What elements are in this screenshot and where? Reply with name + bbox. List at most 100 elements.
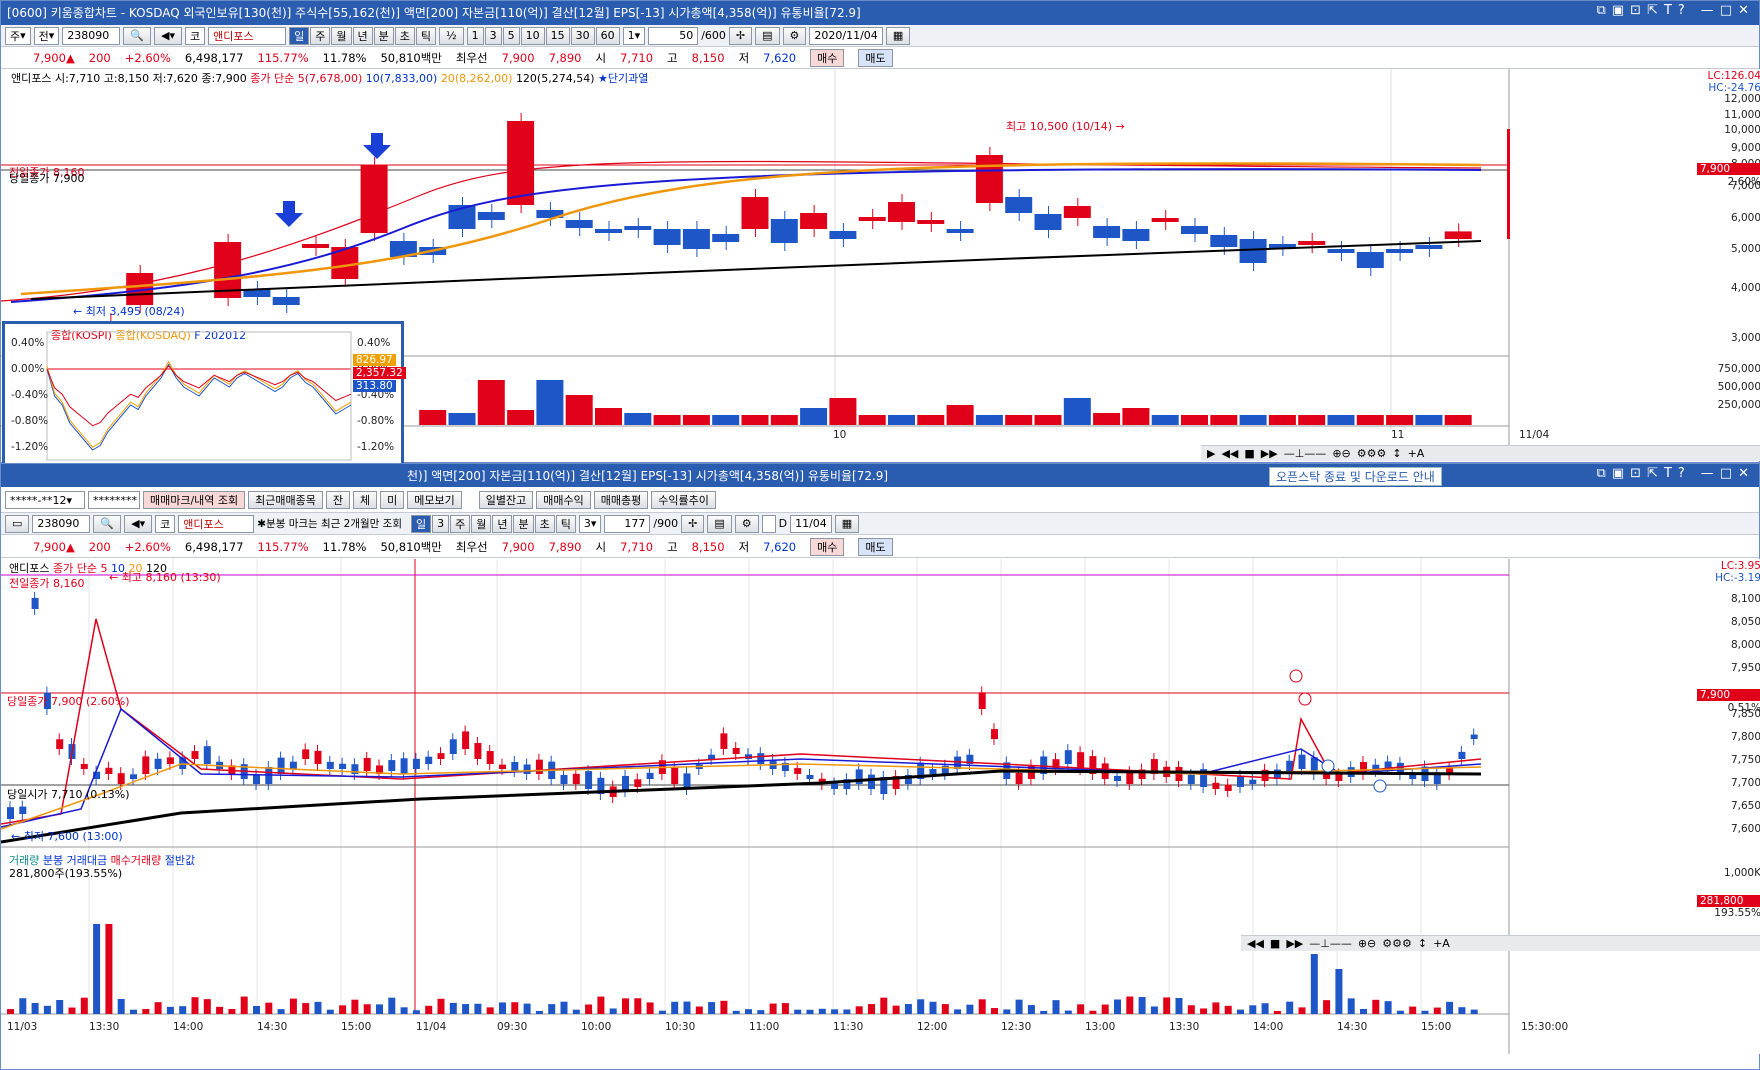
tools-icon[interactable]: ⚙⚙⚙ bbox=[1382, 937, 1412, 950]
link-icon[interactable]: ⧉ bbox=[1597, 3, 1606, 18]
save-icon[interactable]: ▤ bbox=[755, 26, 780, 45]
interval-button-2[interactable]: 5 bbox=[502, 26, 520, 45]
slider-icon[interactable]: —⊥—— bbox=[1309, 937, 1352, 950]
count-input[interactable]: 50 bbox=[648, 26, 699, 45]
daily-balance-button[interactable]: 일별잔고 bbox=[478, 491, 534, 509]
return-trend-button[interactable]: 수익률추이 bbox=[651, 491, 716, 509]
trade-summary-button[interactable]: 매매총평 bbox=[593, 491, 649, 509]
period-tab-5[interactable]: 초 bbox=[394, 26, 415, 45]
period-tab-0[interactable]: 일 bbox=[289, 26, 310, 45]
stock-name[interactable]: 앤디포스 bbox=[208, 26, 287, 45]
slider-icon[interactable]: —⊥—— bbox=[1284, 447, 1327, 460]
lock-icon[interactable]: ▣ bbox=[1612, 3, 1624, 18]
date-input[interactable]: 2020/11/04 bbox=[809, 26, 883, 45]
crosshair-icon[interactable]: ✢ bbox=[728, 26, 753, 45]
bottom-speaker-icon[interactable]: ◀▾ bbox=[124, 514, 153, 533]
rewind-icon[interactable]: ◀◀ bbox=[1247, 937, 1264, 950]
prev-select[interactable]: 전 ▾ bbox=[33, 26, 60, 45]
tile-icon[interactable]: ⇱ bbox=[1647, 466, 1658, 481]
text-icon[interactable]: T bbox=[1664, 3, 1672, 18]
link-icon[interactable]: ⧉ bbox=[1597, 466, 1606, 481]
trade-profit-button[interactable]: 매매수익 bbox=[536, 491, 591, 509]
bottom-period-tab-5[interactable]: 분 bbox=[513, 514, 534, 533]
bottom-period-tab-4[interactable]: 년 bbox=[492, 514, 513, 533]
period-tab-1[interactable]: 주 bbox=[310, 26, 331, 45]
stop-icon[interactable]: ■ bbox=[1270, 937, 1280, 950]
close-icon[interactable]: ✕ bbox=[1738, 3, 1749, 18]
bottom-period-tab-1[interactable]: 3 bbox=[432, 514, 450, 533]
text-tool-icon[interactable]: +A bbox=[1408, 447, 1425, 460]
rewind-icon[interactable]: ◀◀ bbox=[1221, 447, 1238, 460]
close-icon[interactable]: ✕ bbox=[1738, 466, 1749, 481]
unfilled-tab[interactable]: 미 bbox=[380, 491, 405, 509]
minute-chart-area[interactable]: 앤디포스 종가 단순 5 10 20 120 전일종가 8,160 ← 최고 8… bbox=[1, 559, 1760, 1054]
bottom-scroll-controls[interactable]: ◀◀ ■ ▶▶ —⊥—— ⊕⊖ ⚙⚙⚙ ↕ +A bbox=[1241, 935, 1760, 951]
filled-tab[interactable]: 체 bbox=[353, 491, 378, 509]
forward-icon[interactable]: ▶▶ bbox=[1286, 937, 1303, 950]
forward-icon[interactable]: ▶▶ bbox=[1261, 447, 1278, 460]
interval-select[interactable]: 3 ▾ bbox=[578, 514, 602, 533]
maximize-icon[interactable]: □ bbox=[1720, 3, 1732, 18]
bottom-search-icon[interactable]: 🔍 bbox=[93, 514, 122, 533]
interval-button-5[interactable]: 30 bbox=[570, 26, 595, 45]
window-icon[interactable]: ▭ bbox=[5, 514, 30, 533]
calendar-icon[interactable]: ▦ bbox=[885, 26, 911, 45]
bottom-crosshair-icon[interactable]: ✢ bbox=[681, 514, 705, 533]
account-select[interactable]: *****-**12 ▾ bbox=[5, 491, 85, 509]
tile-icon[interactable]: ⇱ bbox=[1647, 3, 1658, 18]
bottom-period-tab-2[interactable]: 주 bbox=[450, 514, 471, 533]
top-scroll-controls[interactable]: ▶ ◀◀ ■ ▶▶ —⊥—— ⊕⊖ ⚙⚙⚙ ↕ +A bbox=[1201, 445, 1760, 461]
notice-button[interactable]: 오픈스탁 종료 및 다운로드 안내 bbox=[1269, 467, 1442, 486]
help-icon[interactable]: ? bbox=[1678, 466, 1685, 481]
bottom-period-tab-7[interactable]: 틱 bbox=[555, 514, 576, 533]
period-tab-3[interactable]: 년 bbox=[352, 26, 373, 45]
zoom-icon[interactable]: ⊕⊖ bbox=[1358, 937, 1376, 950]
buy-button[interactable]: 매수 bbox=[810, 48, 845, 67]
interval-button-1[interactable]: 3 bbox=[484, 26, 502, 45]
lock-icon[interactable]: ▣ bbox=[1612, 466, 1624, 481]
code-input[interactable]: 238090 bbox=[62, 26, 121, 45]
bottom-period-tab-6[interactable]: 초 bbox=[534, 514, 555, 533]
help-icon[interactable]: ? bbox=[1678, 3, 1685, 18]
minimize-icon[interactable]: — bbox=[1701, 466, 1714, 481]
bottom-sell-button[interactable]: 매도 bbox=[858, 537, 893, 556]
recent-trades-button[interactable]: 최근매매종목 bbox=[248, 491, 323, 509]
size-icon[interactable]: ⊡ bbox=[1630, 466, 1641, 481]
tools-icon[interactable]: ⚙⚙⚙ bbox=[1357, 447, 1387, 460]
balance-tab[interactable]: 잔 bbox=[325, 491, 351, 509]
speaker-icon[interactable]: ◀▾ bbox=[154, 26, 182, 45]
maximize-icon[interactable]: □ bbox=[1720, 466, 1732, 481]
minimize-icon[interactable]: — bbox=[1701, 3, 1714, 18]
index-inset-panel[interactable]: 종합(KOSPI) 종합(KOSDAQ) F 202012 0.40% 0.00%… bbox=[2, 321, 406, 483]
password-field[interactable]: ******** bbox=[88, 491, 140, 509]
bottom-stock-name[interactable]: 앤디포스 bbox=[178, 514, 255, 533]
text-tool-icon[interactable]: +A bbox=[1433, 937, 1450, 950]
period-tab-2[interactable]: 월 bbox=[331, 26, 352, 45]
trade-mark-button[interactable]: 매매마크/내역 조회 bbox=[143, 491, 246, 509]
main-select[interactable]: 주 ▾ bbox=[5, 26, 31, 45]
d-checkbox[interactable] bbox=[761, 514, 776, 533]
bottom-period-tab-3[interactable]: 월 bbox=[471, 514, 492, 533]
period-tab-6[interactable]: 틱 bbox=[415, 26, 436, 45]
play-icon[interactable]: ▶ bbox=[1207, 447, 1215, 460]
bottom-save-icon[interactable]: ▤ bbox=[707, 514, 732, 533]
interval-button-3[interactable]: 10 bbox=[520, 26, 545, 45]
period-tab-4[interactable]: 분 bbox=[373, 26, 394, 45]
arrow-icon[interactable]: ↕ bbox=[1392, 447, 1401, 460]
interval-button-0[interactable]: 1 bbox=[466, 26, 484, 45]
zoom-icon[interactable]: ⊕⊖ bbox=[1332, 447, 1350, 460]
memo-button[interactable]: 메모보기 bbox=[407, 491, 462, 509]
bottom-code-input[interactable]: 238090 bbox=[32, 514, 91, 533]
bottom-buy-button[interactable]: 매수 bbox=[810, 537, 845, 556]
arrow-icon[interactable]: ↕ bbox=[1418, 937, 1427, 950]
sell-button[interactable]: 매도 bbox=[858, 48, 893, 67]
fraction-button[interactable]: ½ bbox=[439, 26, 464, 45]
text-icon[interactable]: T bbox=[1664, 466, 1672, 481]
interval-button-4[interactable]: 15 bbox=[545, 26, 570, 45]
interval-button-6[interactable]: 60 bbox=[595, 26, 620, 45]
stop-icon[interactable]: ■ bbox=[1244, 447, 1254, 460]
bottom-date-input[interactable]: 11/04 bbox=[790, 514, 832, 533]
gear-icon[interactable]: ⚙ bbox=[782, 26, 807, 45]
count-select[interactable]: 1 ▾ bbox=[622, 26, 646, 45]
search-icon[interactable]: 🔍 bbox=[123, 26, 152, 45]
